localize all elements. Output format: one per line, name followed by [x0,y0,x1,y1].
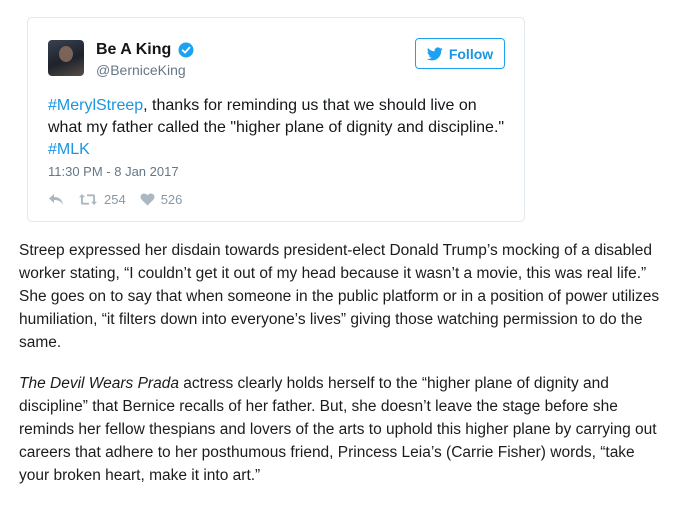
tweet-timestamp[interactable]: 11:30 PM - 8 Jan 2017 [48,164,179,179]
retweet-icon [79,194,97,205]
tweet-text: #MerylStreep, thanks for reminding us th… [48,95,508,161]
paragraph-1-text: Streep expressed her disdain towards pre… [19,242,660,351]
verified-icon [178,42,194,58]
article-paragraph-2: The Devil Wears Prada actress clearly ho… [19,372,661,487]
film-title: The Devil Wears Prada [19,375,179,392]
reply-icon [49,194,63,205]
twitter-bird-icon [426,46,443,60]
like-action[interactable]: 526 [140,192,183,207]
tweet-handle[interactable]: @BerniceKing [96,62,186,78]
follow-button[interactable]: Follow [415,38,505,69]
retweet-action[interactable]: 254 [78,192,126,207]
reply-action[interactable] [48,193,64,206]
article-paragraph-1: Streep expressed her disdain towards pre… [19,239,661,354]
tweet-actions: 254 526 [48,192,196,207]
paragraph-2-text: The Devil Wears Prada actress clearly ho… [19,372,661,487]
follow-label: Follow [448,45,494,62]
embedded-tweet: Be A King @BerniceKing Follow #MerylStre… [27,17,525,222]
tweet-display-name[interactable]: Be A King [96,41,171,59]
retweet-count: 254 [104,192,126,207]
heart-icon [140,193,155,206]
hashtag-merylstreep[interactable]: #MerylStreep [48,97,143,114]
like-count: 526 [160,192,183,207]
hashtag-mlk[interactable]: #MLK [48,141,90,158]
avatar[interactable] [48,40,84,76]
